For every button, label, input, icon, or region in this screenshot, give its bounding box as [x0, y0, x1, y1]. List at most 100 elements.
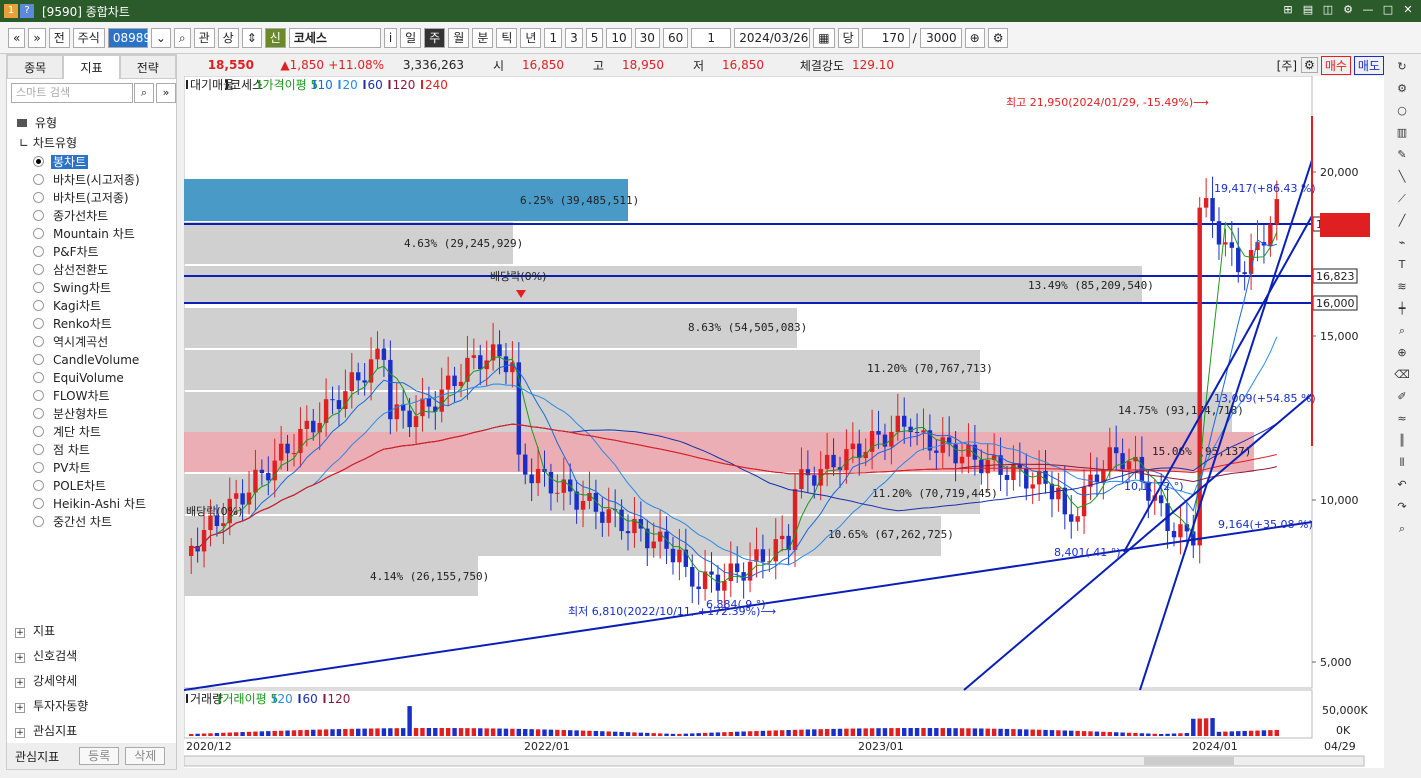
- radio-icon[interactable]: [33, 462, 44, 473]
- draw-icon[interactable]: ✎: [1394, 146, 1410, 163]
- candle-icon[interactable]: ┿: [1394, 300, 1410, 317]
- radio-icon[interactable]: [33, 336, 44, 347]
- date-input[interactable]: 2024/03/26: [734, 27, 811, 48]
- interval-60[interactable]: 60: [662, 27, 689, 48]
- radio-icon[interactable]: [33, 390, 44, 401]
- radio-icon[interactable]: [33, 372, 44, 383]
- auto-icon[interactable]: ⌁: [1394, 234, 1410, 251]
- nav-dropdown-button[interactable]: »: [28, 27, 46, 48]
- expand-icon[interactable]: +: [15, 653, 25, 663]
- columns-icon[interactable]: ⦀: [1394, 454, 1410, 471]
- chart-type-item[interactable]: Mountain 차트: [15, 225, 175, 243]
- settings-icon[interactable]: ⚙: [1341, 3, 1355, 17]
- interval-10[interactable]: 10: [606, 27, 632, 48]
- radio-icon[interactable]: [33, 354, 44, 365]
- chart-settings-icon[interactable]: ⚙: [987, 27, 1009, 48]
- expand-icon[interactable]: »: [156, 83, 176, 103]
- fib-icon[interactable]: ≋: [1394, 278, 1410, 295]
- prev-button[interactable]: 전: [48, 27, 70, 48]
- radio-icon[interactable]: [33, 516, 44, 527]
- magnify-icon[interactable]: ⌕: [1394, 322, 1410, 339]
- minimize-icon[interactable]: —: [1361, 3, 1375, 17]
- radio-icon[interactable]: [33, 408, 44, 419]
- indicator-group[interactable]: + 관심지표: [15, 719, 175, 744]
- radio-icon[interactable]: [33, 228, 44, 239]
- tab-strategy[interactable]: 전략: [119, 55, 176, 79]
- chart-type-item[interactable]: 중간선 차트: [15, 513, 175, 531]
- zoom-icon[interactable]: ⊕: [964, 27, 985, 48]
- interval-30[interactable]: 30: [634, 27, 660, 48]
- interval-1[interactable]: 1: [544, 27, 563, 48]
- sell-button[interactable]: 매도: [1353, 55, 1384, 75]
- redo-icon[interactable]: ↷: [1394, 498, 1410, 515]
- chart-type-item[interactable]: 바차트(시고저종): [15, 171, 175, 189]
- print-icon[interactable]: ▤: [1301, 3, 1315, 17]
- max-input[interactable]: 3000: [919, 27, 962, 48]
- capture-icon[interactable]: ◫: [1321, 3, 1335, 17]
- search-icon[interactable]: ⌕: [134, 83, 154, 103]
- radio-icon[interactable]: [33, 246, 44, 257]
- tab-indicator[interactable]: 지표: [63, 55, 120, 79]
- interval-3[interactable]: 3: [565, 27, 583, 48]
- chart-type-item[interactable]: Heikin-Ashi 차트: [15, 495, 175, 513]
- eraser-icon[interactable]: ⌫: [1394, 366, 1410, 383]
- radio-icon[interactable]: [33, 192, 44, 203]
- chart-type-item[interactable]: 역시계곡선: [15, 333, 175, 351]
- radio-icon[interactable]: [33, 300, 44, 311]
- market-select[interactable]: 주식: [72, 27, 105, 48]
- radio-icon[interactable]: [33, 426, 44, 437]
- undo-icon[interactable]: ↶: [1394, 476, 1410, 493]
- radio-icon[interactable]: [33, 480, 44, 491]
- period-year[interactable]: 년: [520, 27, 542, 48]
- tab-stock[interactable]: 종목: [7, 55, 64, 79]
- zoom-in-icon[interactable]: ⊕: [1394, 344, 1410, 361]
- chart-type-item[interactable]: 종가선차트: [15, 207, 175, 225]
- gear-icon[interactable]: ⚙: [1394, 80, 1410, 97]
- radio-icon[interactable]: [33, 156, 44, 167]
- calendar-icon[interactable]: ▦: [813, 27, 835, 48]
- wave-icon[interactable]: ≈: [1394, 410, 1410, 427]
- trend-icon[interactable]: ╱: [1394, 212, 1410, 229]
- line-icon[interactable]: ╲: [1394, 168, 1410, 185]
- buy-button[interactable]: 매수: [1320, 55, 1351, 75]
- radio-icon[interactable]: [33, 444, 44, 455]
- chart-type-item[interactable]: FLOW차트: [15, 387, 175, 405]
- radio-icon[interactable]: [33, 174, 44, 185]
- chart-type-item[interactable]: PV차트: [15, 459, 175, 477]
- lookup-button[interactable]: 관: [193, 27, 215, 48]
- chart-type-item[interactable]: 봉차트: [15, 153, 175, 171]
- pen-icon[interactable]: ✐: [1394, 388, 1410, 405]
- radio-icon[interactable]: [33, 210, 44, 221]
- period-minute[interactable]: 분: [472, 27, 494, 48]
- text-icon[interactable]: T: [1394, 256, 1410, 273]
- stepper-icon[interactable]: ⇕: [241, 27, 262, 48]
- search-icon[interactable]: ⌕: [1394, 520, 1410, 537]
- stock-name[interactable]: 코세스: [288, 27, 381, 48]
- expand-icon[interactable]: +: [15, 628, 25, 638]
- interval-5[interactable]: 5: [585, 27, 604, 48]
- code-dropdown-icon[interactable]: ⌄: [150, 27, 171, 48]
- chart-type-item[interactable]: EquiVolume: [15, 369, 175, 387]
- price-chart[interactable]: 6.25% (39,485,511) 4.63% (29,245,929) 13.4…: [184, 76, 1384, 768]
- radio-icon[interactable]: [33, 264, 44, 275]
- expand-icon[interactable]: +: [15, 703, 25, 713]
- smart-search-input[interactable]: 스마트 검색: [11, 83, 133, 103]
- expand-icon[interactable]: +: [15, 678, 25, 688]
- period-week[interactable]: 주: [424, 27, 446, 48]
- chart-type-item[interactable]: 점 차트: [15, 441, 175, 459]
- chart-type-item[interactable]: POLE차트: [15, 477, 175, 495]
- grid-icon[interactable]: ║: [1394, 432, 1410, 449]
- code-input[interactable]: 089890: [107, 27, 159, 48]
- ray-icon[interactable]: ⟋: [1394, 190, 1410, 207]
- chart-type-item[interactable]: P&F차트: [15, 243, 175, 261]
- period-tick[interactable]: 틱: [496, 27, 518, 48]
- close-icon[interactable]: ✕: [1401, 3, 1415, 17]
- link-icon[interactable]: ⊞: [1281, 3, 1295, 17]
- search-icon[interactable]: ⌕: [173, 27, 191, 48]
- chart-type-item[interactable]: Kagi차트: [15, 297, 175, 315]
- fav-delete-button[interactable]: 삭제: [125, 747, 166, 765]
- refresh-icon[interactable]: ↻: [1394, 58, 1410, 75]
- indicator-group[interactable]: + 지표: [15, 619, 175, 644]
- period-month[interactable]: 월: [448, 27, 470, 48]
- gear-icon[interactable]: ⚙: [1301, 57, 1318, 73]
